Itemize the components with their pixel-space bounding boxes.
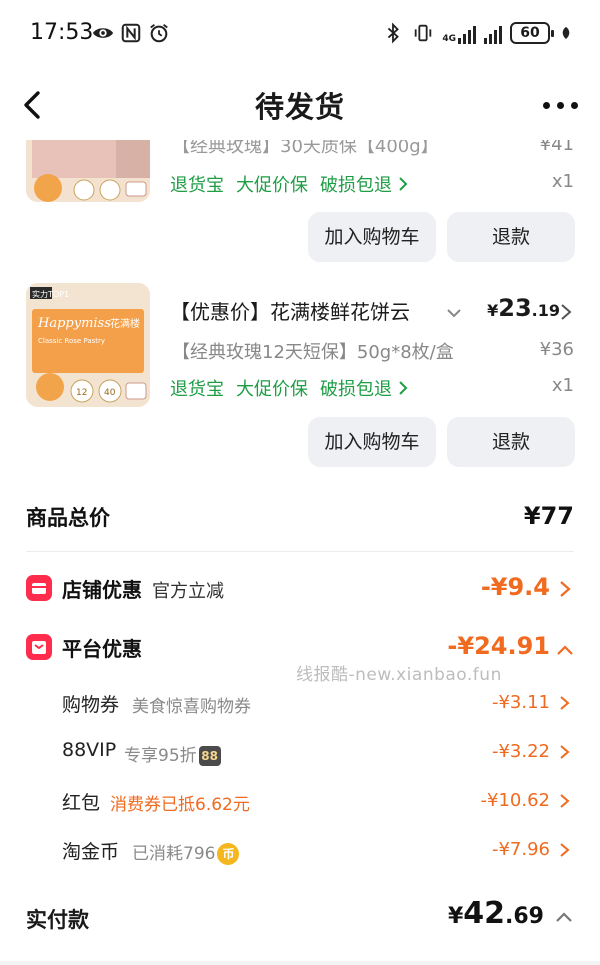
- signal-4g-icon: 4G: [442, 22, 476, 44]
- vip-desc-text: 专享95折: [124, 746, 197, 766]
- vip-88-icon: 88: [198, 746, 221, 766]
- paid-value: ¥42.69: [448, 896, 544, 931]
- service-tags: 退货宝 大促价保 破损包退: [170, 375, 408, 401]
- chevron-up-icon[interactable]: [556, 643, 574, 657]
- platform-icon: [26, 634, 52, 660]
- divider: [26, 551, 574, 552]
- coupon-desc: 美食惊喜购物券: [132, 697, 251, 717]
- vip-amount: -¥3.22: [491, 741, 550, 762]
- total-value: ¥77: [523, 502, 574, 530]
- bluetooth-icon: [388, 22, 400, 44]
- tag-item: 破损包退: [320, 175, 392, 196]
- product-thumbnail[interactable]: [26, 140, 150, 202]
- taojinbi-title: 淘金币: [62, 841, 120, 863]
- vip-desc: 专享95折 88: [124, 741, 221, 766]
- chevron-right-icon[interactable]: [558, 580, 572, 598]
- chevron-right-icon: [399, 381, 408, 395]
- eye-icon: [92, 28, 114, 38]
- product-image: [26, 140, 150, 202]
- vibrate-icon: [415, 24, 432, 42]
- more-icon[interactable]: [543, 102, 578, 109]
- thumb-brand-cn-text: 花满楼: [110, 317, 140, 330]
- taojinbi-desc: 已消耗796 币: [132, 839, 240, 865]
- product-name[interactable]: 【优惠价】花满楼鲜花饼云: [170, 296, 438, 325]
- product-spec: 【经典玫瑰】30天质保【400g】: [172, 140, 439, 157]
- platform-discount-title: 平台优惠: [62, 637, 142, 661]
- add-to-cart-button[interactable]: 加入购物车: [308, 417, 436, 467]
- chevron-right-icon[interactable]: [559, 842, 570, 858]
- order-detail-scroll[interactable]: 【经典玫瑰】30天质保【400g】 ¥41 退货宝 大促价保 破损包退 x1 加…: [0, 140, 600, 965]
- thumb-brand-text: Happymiss: [37, 316, 111, 331]
- redpacket-title: 红包: [62, 792, 101, 814]
- signal-icon: [484, 22, 502, 44]
- chevron-right-icon[interactable]: [560, 303, 572, 321]
- platform-discount-amount: -¥24.91: [447, 632, 550, 660]
- tag-item: 破损包退: [320, 379, 392, 400]
- thumb-stat1-text: 12: [76, 388, 87, 398]
- store-discount-title: 店铺优惠: [62, 578, 142, 602]
- taojinbi-amount: -¥7.96: [491, 839, 550, 860]
- nav-bar: 待发货: [0, 68, 600, 140]
- taojinbi-desc-text: 已消耗796: [132, 844, 216, 864]
- product-image: 实力TOP1 Happymiss 花满楼 Classic Rose Pastry…: [26, 283, 150, 407]
- store-discount-sub: 官方立减: [152, 581, 224, 602]
- product-original-price: ¥41: [539, 140, 574, 155]
- chevron-right-icon[interactable]: [559, 793, 570, 809]
- status-time: 17:53: [30, 20, 94, 45]
- service-tags: 退货宝 大促价保 破损包退: [170, 171, 408, 197]
- product-thumbnail[interactable]: 实力TOP1 Happymiss 花满楼 Classic Rose Pastry…: [26, 283, 150, 407]
- redpacket-desc: 消费券已抵6.62元: [110, 795, 250, 815]
- product-quantity: x1: [551, 375, 574, 396]
- alarm-icon: [150, 24, 168, 43]
- nfc-icon: [121, 23, 141, 43]
- watermark: 线报酷-new.xianbao.fun: [296, 665, 502, 685]
- chevron-up-icon[interactable]: [554, 910, 574, 924]
- product-quantity: x1: [551, 171, 574, 192]
- network-type: 4G: [442, 34, 456, 44]
- price-dec: .19: [531, 301, 560, 320]
- leaf-icon: [562, 27, 570, 39]
- chevron-right-icon[interactable]: [559, 744, 570, 760]
- tag-item: 大促价保: [236, 175, 308, 196]
- paid-symbol: ¥: [447, 904, 464, 929]
- status-bar: 17:53 4G 60: [0, 0, 600, 68]
- tag-item: 退货宝: [170, 379, 224, 400]
- coupon-title: 购物券: [62, 694, 120, 716]
- page-title: 待发货: [254, 90, 345, 124]
- product-original-price: ¥36: [539, 339, 574, 360]
- redpacket-amount: -¥10.62: [480, 790, 550, 811]
- battery-indicator: 60: [510, 22, 554, 44]
- status-left-icons: [92, 22, 170, 44]
- status-right-icons: 4G 60: [382, 22, 574, 44]
- store-icon: [26, 575, 52, 601]
- refund-button[interactable]: 退款: [447, 417, 575, 467]
- product-price: ¥23.19: [487, 294, 560, 322]
- paid-label: 实付款: [26, 908, 89, 932]
- paid-dec: .69: [505, 904, 544, 929]
- paid-int: 42: [463, 896, 506, 931]
- total-label: 商品总价: [26, 506, 110, 530]
- vip-title: 88VIP: [62, 739, 117, 761]
- chevron-down-icon[interactable]: [444, 303, 464, 323]
- coin-icon: 币: [217, 843, 240, 865]
- tag-item: 大促价保: [236, 379, 308, 400]
- add-to-cart-button[interactable]: 加入购物车: [308, 212, 436, 262]
- price-int: 23: [498, 294, 532, 322]
- price-symbol: ¥: [487, 301, 499, 320]
- refund-button[interactable]: 退款: [447, 212, 575, 262]
- product-spec: 【经典玫瑰12天短保】50g*8枚/盒: [172, 342, 454, 363]
- thumb-sub-text: Classic Rose Pastry: [38, 337, 105, 345]
- chevron-right-icon[interactable]: [559, 695, 570, 711]
- thumb-badge-text: 实力TOP1: [32, 289, 69, 299]
- store-discount-amount: -¥9.4: [480, 573, 550, 601]
- coupon-amount: -¥3.11: [491, 692, 550, 713]
- chevron-right-icon: [399, 177, 408, 191]
- bottom-strip: [0, 961, 600, 965]
- tag-item: 退货宝: [170, 175, 224, 196]
- thumb-stat2-text: 40: [104, 388, 116, 398]
